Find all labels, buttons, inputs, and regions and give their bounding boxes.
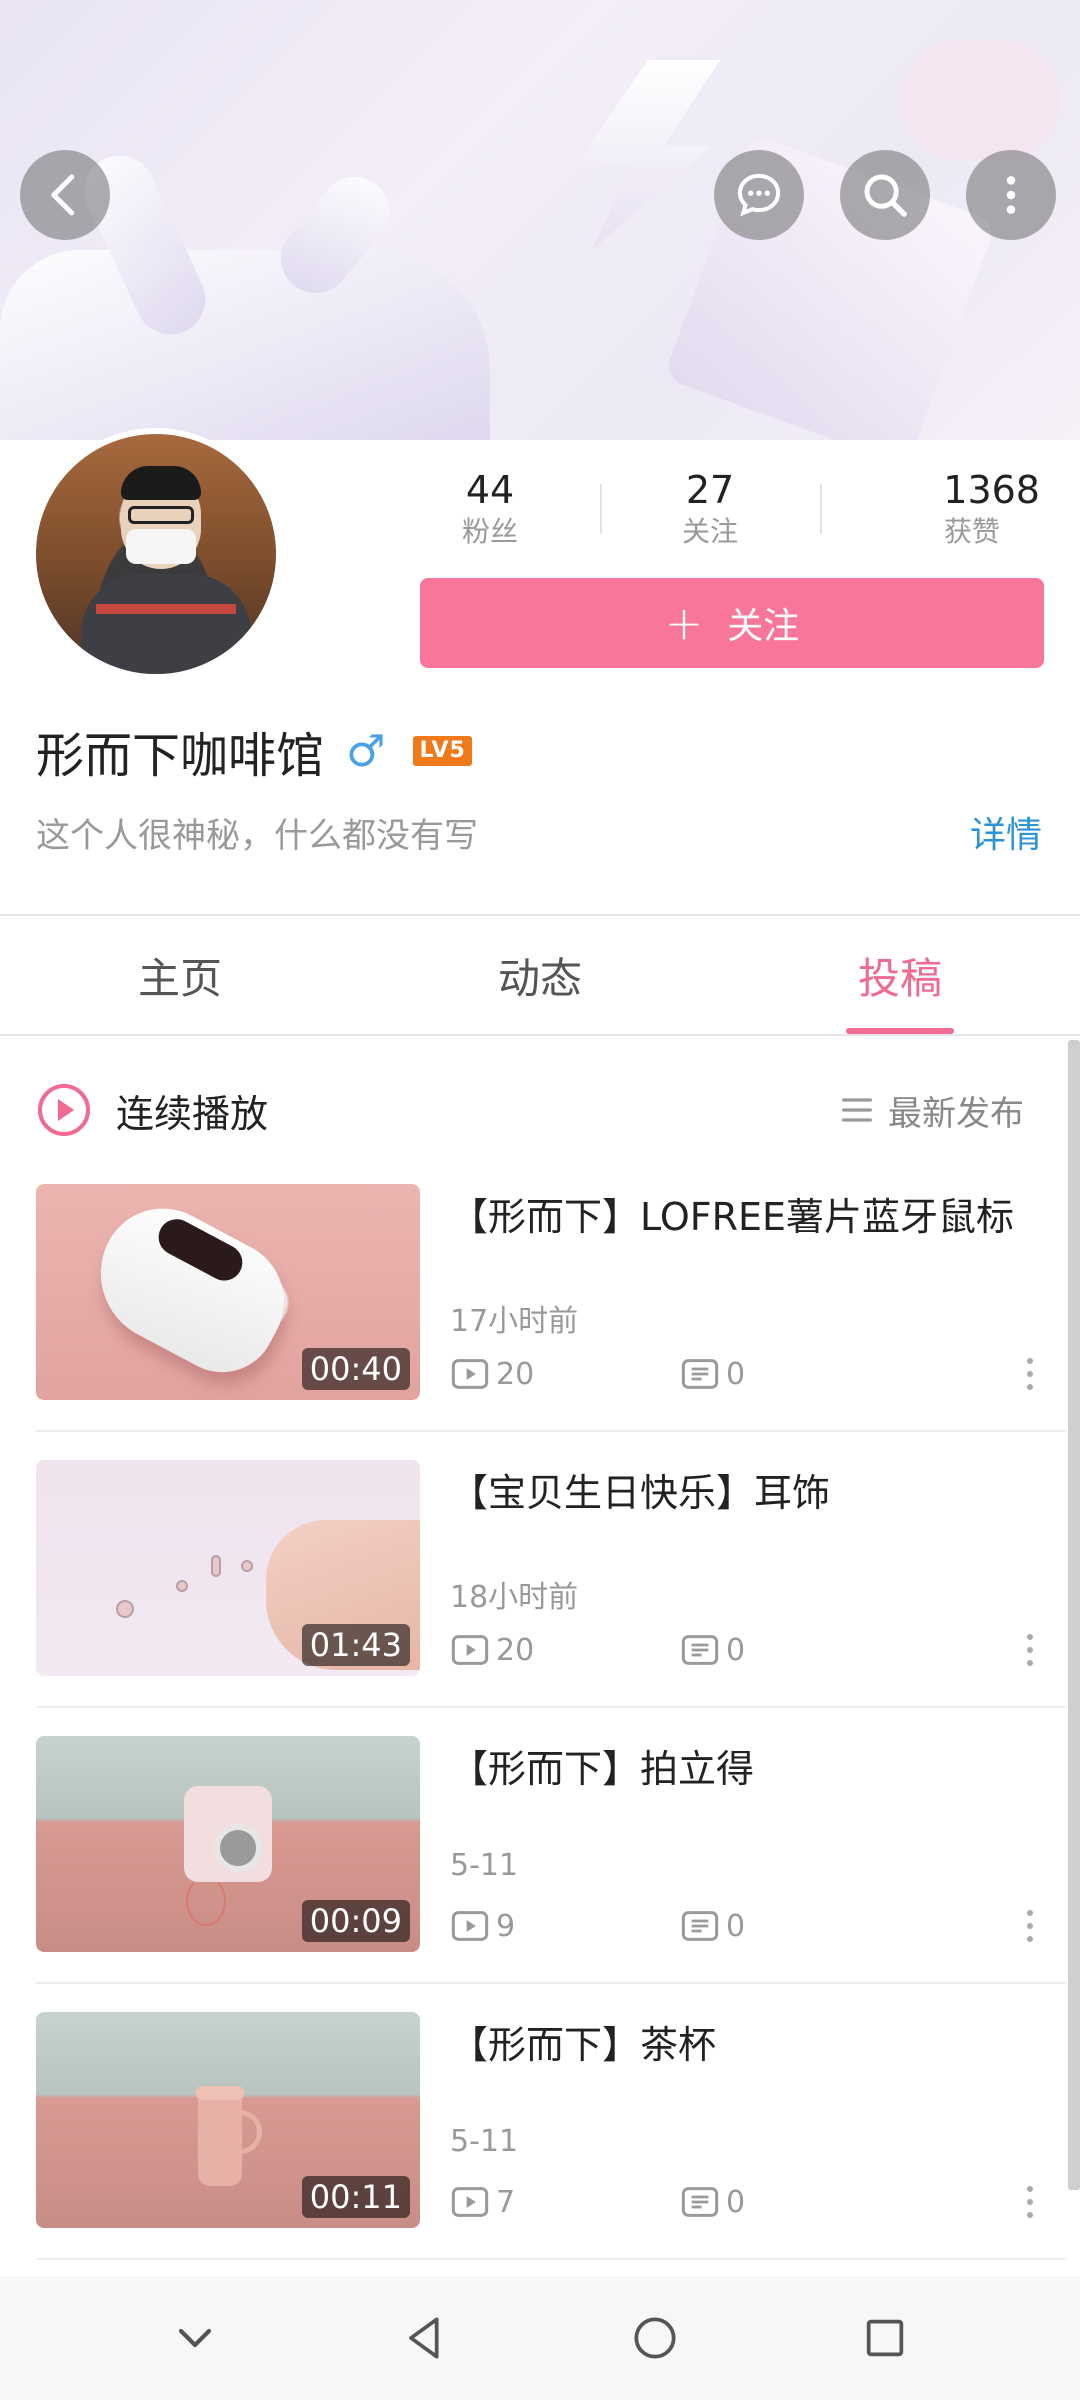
play-count: 9: [496, 1908, 516, 1944]
name-row: 形而下咖啡馆 ♂ LV5: [36, 716, 472, 786]
play-count-icon: [451, 1359, 489, 1389]
comment-count-icon: [681, 1359, 719, 1389]
video-duration: 01:43: [301, 1624, 410, 1666]
video-time: 18小时前: [450, 1580, 579, 1615]
plus-icon: +: [664, 596, 704, 650]
video-thumbnail[interactable]: 00:40: [36, 1184, 420, 1400]
video-list-item[interactable]: 00:11 【形而下】茶杯 5-11 7 0: [0, 2012, 1066, 2288]
video-meta: 7 0: [450, 2182, 1040, 2222]
system-navigation-bar: [0, 2276, 1080, 2400]
comment-count: 0: [726, 1632, 746, 1668]
tab-activity[interactable]: 动态: [360, 916, 720, 1034]
play-count: 7: [496, 2184, 516, 2220]
more-vertical-icon[interactable]: [1020, 1354, 1040, 1394]
level-badge: LV5: [413, 736, 472, 766]
comment-count: 0: [726, 1908, 746, 1944]
video-time: 5-11: [450, 2124, 519, 2159]
male-gender-icon: ♂: [346, 725, 386, 777]
hide-keyboard-button[interactable]: [160, 2303, 230, 2373]
play-all-button[interactable]: 连续播放: [116, 1083, 840, 1138]
nav-recents-button[interactable]: [850, 2303, 920, 2373]
follow-button[interactable]: + 关注: [420, 578, 1044, 668]
video-time: 17小时前: [450, 1304, 579, 1339]
profile-tabs: 主页 动态 投稿: [0, 916, 1080, 1036]
home-circle-icon: [634, 2317, 676, 2359]
video-list-item[interactable]: 00:40 【形而下】LOFREE薯片蓝牙鼠标 17小时前 20 0: [0, 1184, 1066, 1460]
tab-uploads[interactable]: 投稿: [720, 916, 1080, 1034]
vertical-dots-icon: [1006, 176, 1016, 214]
video-meta: 20 0: [450, 1354, 1040, 1394]
stat-label: 粉丝: [461, 515, 518, 548]
video-thumbnail[interactable]: 00:09: [36, 1736, 420, 1952]
profile-stats: 44 粉丝 27 关注 1368 获赞: [380, 466, 1040, 556]
video-list-item[interactable]: 01:43 【宝贝生日快乐】耳饰 18小时前 20 0: [0, 1460, 1066, 1736]
play-count: 20: [496, 1632, 535, 1668]
video-title[interactable]: 【形而下】茶杯: [450, 2018, 1030, 2072]
status-bar: [0, 0, 1080, 70]
play-circle-icon[interactable]: [36, 1082, 92, 1138]
play-count: 20: [496, 1356, 535, 1392]
play-count-icon: [451, 2187, 489, 2217]
video-thumbnail[interactable]: 00:11: [36, 2012, 420, 2228]
stat-value: 27: [685, 468, 735, 512]
nav-home-button[interactable]: [620, 2303, 690, 2373]
video-thumbnail[interactable]: 01:43: [36, 1460, 420, 1676]
more-vertical-icon[interactable]: [1020, 1906, 1040, 1946]
more-vertical-icon[interactable]: [1020, 2182, 1040, 2222]
avatar[interactable]: [30, 428, 282, 680]
back-button[interactable]: [20, 150, 110, 240]
chevron-down-icon: [178, 2328, 212, 2348]
play-count-icon: [451, 1635, 489, 1665]
search-icon: [864, 174, 907, 217]
play-count-icon: [451, 1911, 489, 1941]
stat-label: 关注: [681, 515, 738, 548]
chat-bubble-icon: [737, 173, 781, 217]
details-link[interactable]: 详情: [970, 806, 1042, 858]
stat-value: 44: [465, 468, 515, 512]
video-time: 5-11: [450, 1848, 519, 1883]
chevron-left-icon: [51, 174, 75, 216]
bio-text: 这个人很神秘，什么都没有写: [36, 816, 478, 856]
more-vertical-icon[interactable]: [1020, 1630, 1040, 1670]
stat-fans[interactable]: 44 粉丝: [380, 466, 600, 556]
list-header: 连续播放 最新发布: [0, 1060, 1060, 1160]
nav-back-button[interactable]: [390, 2303, 460, 2373]
stat-value: 1368: [943, 468, 1040, 512]
video-duration: 00:09: [301, 1900, 410, 1942]
video-duration: 00:11: [301, 2176, 410, 2218]
video-list-item[interactable]: 00:09 【形而下】拍立得 5-11 9 0: [0, 1736, 1066, 2012]
more-options-button[interactable]: [966, 150, 1056, 240]
username: 形而下咖啡馆: [36, 728, 325, 784]
scrollbar[interactable]: [1068, 1040, 1080, 2190]
video-duration: 00:40: [301, 1348, 410, 1390]
message-button[interactable]: [714, 150, 804, 240]
comment-count-icon: [681, 1635, 719, 1665]
video-title[interactable]: 【形而下】LOFREE薯片蓝牙鼠标: [450, 1190, 1030, 1244]
search-button[interactable]: [840, 150, 930, 240]
stat-following[interactable]: 27 关注: [600, 466, 820, 556]
recents-square-icon: [866, 2319, 904, 2357]
comment-count: 0: [726, 1356, 746, 1392]
video-title[interactable]: 【宝贝生日快乐】耳饰: [450, 1466, 1030, 1520]
comment-count-icon: [681, 1911, 719, 1941]
comment-count: 0: [726, 2184, 746, 2220]
video-meta: 20 0: [450, 1630, 1040, 1670]
video-meta: 9 0: [450, 1906, 1040, 1946]
tab-home[interactable]: 主页: [0, 916, 360, 1034]
stat-likes: 1368 获赞: [820, 466, 1040, 556]
follow-button-label: 关注: [727, 606, 800, 647]
stat-label: 获赞: [943, 515, 1000, 548]
sort-list-icon: [842, 1098, 872, 1122]
sort-dropdown[interactable]: 最新发布: [888, 1086, 1024, 1135]
comment-count-icon: [681, 2187, 719, 2217]
video-title[interactable]: 【形而下】拍立得: [450, 1742, 1030, 1796]
back-triangle-icon: [409, 2317, 439, 2359]
